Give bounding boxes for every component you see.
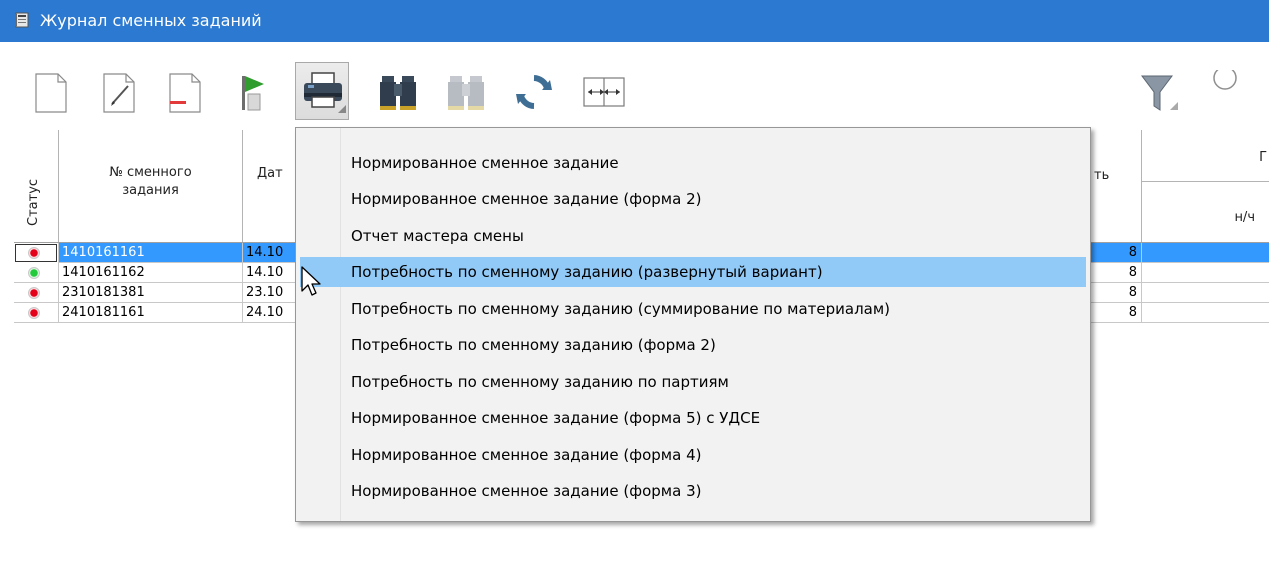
- new-document-icon: [35, 73, 67, 113]
- menu-item-normed-task[interactable]: Нормированное сменное задание: [300, 148, 1086, 178]
- flag-button[interactable]: [232, 70, 276, 114]
- value-cell: 8: [1094, 303, 1142, 323]
- menu-item-need-expanded[interactable]: Потребность по сменному заданию (разверн…: [300, 257, 1086, 287]
- status-green-icon: [28, 267, 40, 279]
- value-cell: 8: [1094, 263, 1142, 283]
- empty-cell: [1142, 263, 1269, 283]
- find-button[interactable]: [376, 70, 420, 114]
- menu-item-need-by-batches[interactable]: Потребность по сменному заданию по парти…: [300, 367, 1086, 397]
- menu-item-normed-task-form5[interactable]: Нормированное сменное задание (форма 5) …: [300, 403, 1086, 433]
- delete-document-icon: [169, 73, 201, 113]
- empty-cell: [1142, 283, 1269, 303]
- column-header-status[interactable]: Статус: [14, 130, 59, 242]
- toolbar: [0, 42, 1269, 130]
- status-cell[interactable]: [14, 263, 59, 283]
- menu-item-normed-task-form4[interactable]: Нормированное сменное задание (форма 4): [300, 440, 1086, 470]
- print-button[interactable]: [295, 62, 349, 120]
- window-title: Журнал сменных заданий: [40, 11, 262, 30]
- print-menu: Нормированное сменное задание Нормирован…: [295, 127, 1091, 522]
- status-cell[interactable]: [14, 283, 59, 303]
- status-cell[interactable]: [14, 303, 59, 323]
- status-red-icon: [28, 307, 40, 319]
- radio-icon: [1213, 70, 1237, 90]
- option-radio[interactable]: [1205, 70, 1245, 114]
- edit-button[interactable]: [100, 70, 144, 114]
- column-header-right[interactable]: ть: [1094, 130, 1142, 242]
- filter-button[interactable]: [1140, 70, 1184, 114]
- mouse-cursor-icon: [301, 266, 321, 296]
- filter-icon: [1141, 75, 1178, 111]
- date-cell: 23.10: [243, 283, 299, 303]
- flag-icon: [242, 76, 264, 111]
- status-red-icon: [28, 287, 40, 299]
- date-cell: 24.10: [243, 303, 299, 323]
- edit-document-icon: [103, 73, 135, 113]
- column-header-norm-hours: н/ч: [1234, 210, 1255, 225]
- date-cell: 14.10: [243, 243, 299, 263]
- status-cell[interactable]: [14, 243, 59, 263]
- refresh-button[interactable]: [512, 70, 556, 114]
- number-cell: 1410161162: [59, 263, 243, 283]
- value-cell: 8: [1094, 283, 1142, 303]
- menu-item-need-form2[interactable]: Потребность по сменному заданию (форма 2…: [300, 330, 1086, 360]
- column-header-number[interactable]: № сменного задания: [59, 130, 243, 242]
- column-header-group[interactable]: Г н/ч: [1142, 130, 1269, 242]
- printer-icon: [304, 72, 346, 113]
- menu-item-normed-task-form3[interactable]: Нормированное сменное задание (форма 3): [300, 476, 1086, 506]
- number-cell: 1410161161: [59, 243, 243, 263]
- date-cell: 14.10: [243, 263, 299, 283]
- header-divider: [1142, 181, 1269, 182]
- column-header-number-label: № сменного задания: [109, 165, 192, 198]
- refresh-icon: [516, 75, 552, 109]
- journal-icon: [15, 12, 29, 28]
- binoculars-disabled-icon: [448, 76, 484, 110]
- menu-item-normed-task-form2[interactable]: Нормированное сменное задание (форма 2): [300, 184, 1086, 214]
- menu-item-shift-master-report[interactable]: Отчет мастера смены: [300, 221, 1086, 251]
- status-red-icon: [28, 247, 40, 259]
- title-bar: Журнал сменных заданий: [0, 0, 1269, 42]
- number-cell: 2410181161: [59, 303, 243, 323]
- delete-button[interactable]: [166, 70, 210, 114]
- value-cell: 8: [1094, 243, 1142, 263]
- column-width-button[interactable]: [582, 70, 626, 114]
- empty-cell: [1142, 243, 1269, 263]
- new-button[interactable]: [32, 70, 76, 114]
- column-width-icon: [583, 77, 625, 107]
- empty-cell: [1142, 303, 1269, 323]
- find-next-button[interactable]: [444, 70, 488, 114]
- number-cell: 2310181381: [59, 283, 243, 303]
- binoculars-icon: [380, 76, 416, 110]
- menu-item-need-by-materials[interactable]: Потребность по сменному заданию (суммиро…: [300, 294, 1086, 324]
